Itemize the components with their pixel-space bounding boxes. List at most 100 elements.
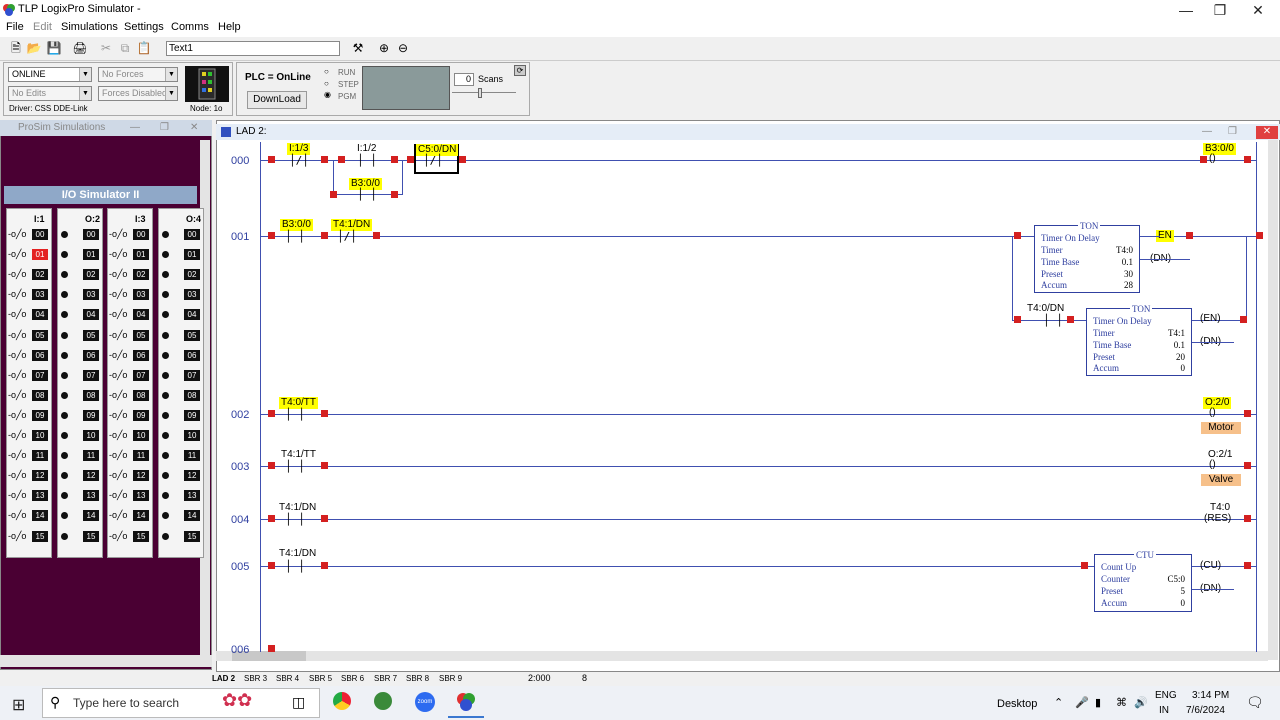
no-contact-icon[interactable]: │ │ (285, 513, 305, 526)
io-bit[interactable]: 06 (133, 349, 149, 361)
windows-start-icon[interactable]: ⊞ (12, 695, 25, 715)
io-bit[interactable]: 02 (133, 269, 149, 281)
language-secondary[interactable]: IN (1159, 705, 1169, 716)
toggle-switch-icon[interactable]: ‐o╱o (8, 430, 26, 441)
cut-icon[interactable]: ✂ (98, 40, 114, 56)
ladder-minimize-icon[interactable]: — (1202, 126, 1212, 137)
routine-tab[interactable]: LAD 2 (212, 674, 235, 683)
ton2-instruction-block[interactable]: TON Timer On Delay Timer T4:1 Time Base 0.1 Pr… (1086, 304, 1192, 376)
ladder-hscrollbar[interactable] (216, 651, 1268, 661)
close-icon[interactable]: ✕ (1238, 0, 1278, 20)
menu-edit[interactable]: Edit (33, 21, 52, 33)
en-coil[interactable]: (EN) (1200, 313, 1221, 324)
microphone-icon[interactable]: 🎤 (1075, 696, 1089, 709)
ladder-node[interactable] (321, 232, 328, 239)
text-field[interactable]: Text1 (166, 41, 340, 56)
ladder-node[interactable] (373, 232, 380, 239)
toggle-switch-icon[interactable]: ‐o╱o (109, 330, 127, 341)
ladder-node[interactable] (268, 156, 275, 163)
toggle-switch-icon[interactable]: ‐o╱o (109, 289, 127, 300)
tray-chevron-icon[interactable]: ⌃ (1054, 696, 1063, 709)
reset-coil[interactable]: (RES) (1204, 513, 1231, 524)
routine-tab[interactable]: SBR 3 (244, 674, 267, 683)
no-contact-icon[interactable]: │ │ (285, 230, 305, 243)
print-icon[interactable]: 🖨 (72, 40, 88, 56)
language-primary[interactable]: ENG (1155, 690, 1177, 701)
ladder-node[interactable] (1014, 316, 1021, 323)
toggle-switch-icon[interactable]: ‐o╱o (109, 410, 127, 421)
toggle-switch-icon[interactable]: ‐o╱o (8, 490, 26, 501)
ladder-restore-icon[interactable]: ❐ (1228, 126, 1237, 137)
io-bit[interactable]: 01 (133, 249, 149, 261)
io-bit[interactable]: 05 (133, 329, 149, 341)
toggle-switch-icon[interactable]: ‐o╱o (109, 490, 127, 501)
battery-icon[interactable]: ▮ (1095, 696, 1101, 709)
menu-help[interactable]: Help (218, 21, 241, 33)
ladder-close-icon[interactable]: ✕ (1256, 126, 1278, 139)
prosim-hscrollbar[interactable] (0, 655, 212, 667)
io-bit[interactable]: 12 (133, 470, 149, 482)
toggle-switch-icon[interactable]: ‐o╱o (8, 390, 26, 401)
io-bit[interactable]: 09 (133, 409, 149, 421)
toggle-switch-icon[interactable]: ‐o╱o (109, 370, 127, 381)
run-radio[interactable]: ○ (324, 67, 329, 76)
new-file-icon[interactable]: 🗎 (8, 40, 24, 56)
save-icon[interactable]: 💾 (46, 40, 62, 56)
io-bit[interactable]: 15 (133, 530, 149, 542)
io-bit[interactable]: 11 (32, 450, 48, 462)
nc-contact-icon[interactable]: │/│ (289, 154, 309, 167)
scan-slider-thumb[interactable] (478, 88, 482, 98)
routine-tab[interactable]: SBR 6 (341, 674, 364, 683)
ladder-node[interactable] (268, 410, 275, 417)
ctu-instruction-block[interactable]: CTU Count Up Counter C5:0 Preset 5 Accum 0 (1094, 550, 1192, 612)
ladder-node[interactable] (1244, 462, 1251, 469)
io-bit[interactable]: 12 (32, 470, 48, 482)
toggle-switch-icon[interactable]: ‐o╱o (109, 430, 127, 441)
io-bit[interactable]: 04 (133, 309, 149, 321)
ladder-node[interactable] (1240, 316, 1247, 323)
ladder-node[interactable] (268, 562, 275, 569)
io-bit[interactable]: 05 (32, 329, 48, 341)
toggle-switch-icon[interactable]: ‐o╱o (109, 470, 127, 481)
routine-tab[interactable]: SBR 5 (309, 674, 332, 683)
io-bit[interactable]: 01 (32, 249, 48, 261)
toggle-switch-icon[interactable]: ‐o╱o (8, 450, 26, 461)
toggle-switch-icon[interactable]: ‐o╱o (8, 249, 26, 260)
toggle-switch-icon[interactable]: ‐o╱o (109, 309, 127, 320)
tools-icon[interactable]: ⚒ (350, 40, 366, 56)
io-bit[interactable]: 08 (32, 389, 48, 401)
mode-select[interactable]: ONLINE ▼ (8, 67, 92, 82)
toggle-switch-icon[interactable]: ‐o╱o (8, 370, 26, 381)
io-bit[interactable]: 14 (133, 510, 149, 522)
output-coil-icon[interactable]: () (1209, 407, 1216, 418)
toggle-switch-icon[interactable]: ‐o╱o (109, 390, 127, 401)
instruction-tag[interactable]: B3:0/0 (1203, 143, 1236, 155)
toggle-switch-icon[interactable]: ‐o╱o (109, 450, 127, 461)
no-contact-icon[interactable]: │ │ (357, 154, 377, 167)
ladder-node[interactable] (407, 156, 414, 163)
output-coil-icon[interactable]: () (1209, 459, 1216, 470)
routine-tab[interactable]: SBR 9 (439, 674, 462, 683)
no-contact-icon[interactable]: │ │ (1043, 314, 1063, 327)
menu-comms[interactable]: Comms (171, 21, 209, 33)
prosim-minimize-icon[interactable]: — (130, 122, 140, 133)
ladder-node[interactable] (1067, 316, 1074, 323)
download-button[interactable]: DownLoad (247, 91, 307, 109)
no-contact-icon[interactable]: │ │ (357, 188, 377, 201)
toggle-switch-icon[interactable]: ‐o╱o (8, 330, 26, 341)
toggle-switch-icon[interactable]: ‐o╱o (109, 249, 127, 260)
ladder-node[interactable] (321, 562, 328, 569)
notification-icon[interactable]: 🗨 (1246, 694, 1264, 711)
cu-coil[interactable]: (CU) (1200, 560, 1221, 571)
ladder-node[interactable] (1244, 562, 1251, 569)
toggle-switch-icon[interactable]: ‐o╱o (8, 269, 26, 280)
io-bit[interactable]: 07 (133, 369, 149, 381)
copy-icon[interactable]: ⧉ (117, 40, 133, 56)
wifi-icon[interactable]: ⌘ (1116, 696, 1127, 709)
toggle-switch-icon[interactable]: ‐o╱o (8, 531, 26, 542)
zoom-out-icon[interactable]: ⊖ (395, 40, 411, 56)
prosim-restore-icon[interactable]: ❐ (160, 122, 169, 133)
ladder-node[interactable] (1244, 515, 1251, 522)
io-bit[interactable]: 14 (32, 510, 48, 522)
clock-time[interactable]: 3:14 PM (1192, 690, 1229, 701)
